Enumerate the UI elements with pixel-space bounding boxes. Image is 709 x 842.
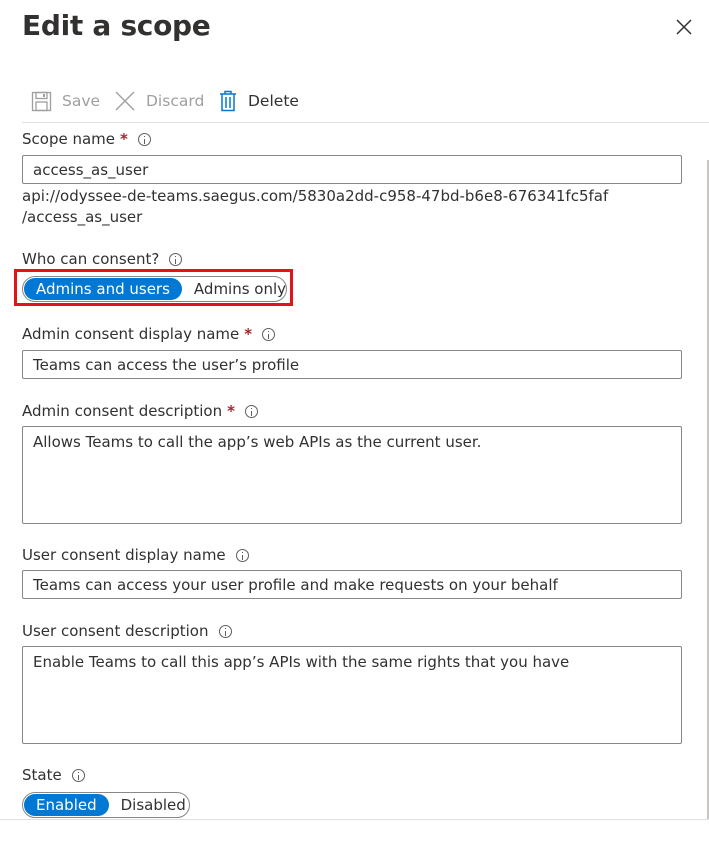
scope-uri-line-2: /access_as_user [22,208,143,226]
save-label: Save [62,92,101,110]
user-consent-display-name-label-text: User consent display name [22,546,226,564]
info-icon[interactable] [169,252,183,266]
scope-name-input[interactable]: access_as_user [22,155,682,184]
delete-label: Delete [248,92,299,110]
close-icon [676,19,692,35]
admin-consent-display-name-input[interactable]: Teams can access the user’s profile [22,350,682,379]
close-button[interactable] [672,15,696,39]
discard-label: Discard [146,92,205,110]
delete-button[interactable]: Delete [218,86,299,116]
save-icon [31,91,52,111]
info-icon[interactable] [244,404,258,418]
who-can-consent-label-text: Who can consent? [22,250,160,268]
info-icon[interactable] [218,624,232,638]
required-marker: * [227,402,235,420]
info-icon[interactable] [235,548,249,562]
option-disabled[interactable]: Disabled [109,794,198,816]
discard-button[interactable]: Discard [114,86,204,116]
option-admins-only[interactable]: Admins only [182,278,298,300]
toolbar-divider [22,122,709,123]
footer-divider [0,819,709,820]
state-label: State [22,766,85,784]
user-consent-description-textarea[interactable]: Enable Teams to call this app’s APIs wit… [22,646,682,744]
user-consent-display-name-label: User consent display name [22,546,249,564]
admin-consent-description-label: Admin consent description * [22,402,258,420]
user-consent-description-label-text: User consent description [22,622,209,640]
admin-consent-display-name-label-text: Admin consent display name [22,325,240,343]
delete-icon [220,90,236,112]
required-marker: * [120,130,128,148]
admin-consent-description-textarea[interactable]: Allows Teams to call the app’s web APIs … [22,426,682,524]
scope-uri: api://odyssee-de-teams.saegus.com/5830a2… [22,186,608,228]
info-icon[interactable] [137,132,151,146]
scope-uri-line-1: api://odyssee-de-teams.saegus.com/5830a2… [22,187,609,205]
user-consent-description-label: User consent description [22,622,232,640]
who-can-consent-toggle: Admins and users Admins only [22,276,287,302]
state-label-text: State [22,766,62,784]
scope-name-label-text: Scope name [22,130,116,148]
info-icon[interactable] [71,768,85,782]
required-marker: * [244,325,253,343]
save-button[interactable]: Save [31,86,100,116]
state-toggle: Enabled Disabled [22,792,190,818]
scope-name-label: Scope name * [22,130,151,148]
option-enabled[interactable]: Enabled [24,794,109,816]
user-consent-display-name-input[interactable]: Teams can access your user profile and m… [22,570,682,599]
info-icon[interactable] [262,327,276,341]
admin-consent-description-label-text: Admin consent description [22,402,223,420]
discard-icon [115,91,135,111]
admin-consent-display-name-label: Admin consent display name * [22,325,276,343]
option-admins-and-users[interactable]: Admins and users [24,278,182,300]
who-can-consent-label: Who can consent? [22,250,183,268]
panel-title: Edit a scope [22,9,211,42]
